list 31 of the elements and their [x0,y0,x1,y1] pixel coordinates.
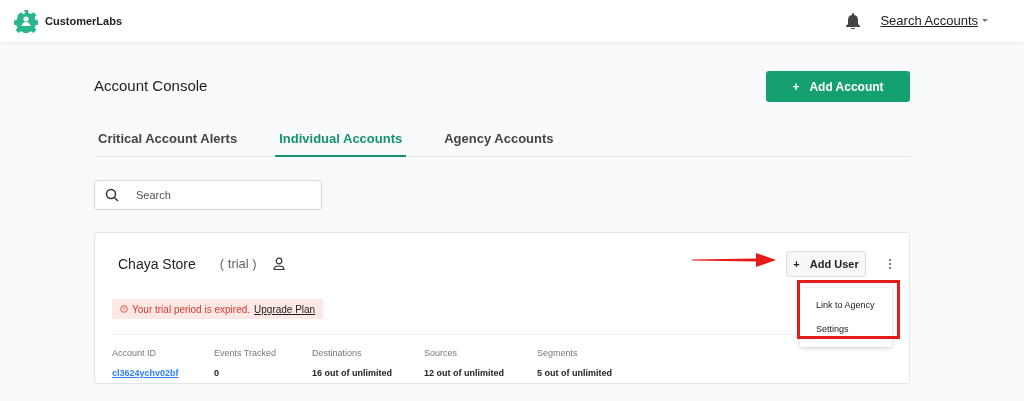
add-user-button[interactable]: + Add User [786,251,866,277]
stat-value: 16 out of unlimited [312,366,393,380]
search-icon [105,188,119,202]
menu-item[interactable]: Link to Agency [800,294,892,318]
upgrade-plan-link[interactable]: Upgrade Plan [254,301,316,317]
stat-label: Segments [537,347,579,360]
user-icon[interactable] [272,257,285,271]
bell-icon[interactable] [846,13,861,29]
stat-label: Account ID [112,347,158,360]
tab[interactable]: Agency Accounts [440,122,558,157]
menu-item[interactable]: Settings [800,317,892,341]
caret-icon [982,19,988,23]
brand-name: CustomerLabs [45,13,123,29]
more-options-icon[interactable] [888,258,892,270]
gear-logo-icon [14,9,38,33]
account-dropdown[interactable]: Search Accounts [880,11,988,31]
stat-value: 0 [214,366,220,380]
account-id-link[interactable]: cl3624ychv02bf [112,366,214,380]
warning-icon [120,305,128,313]
alert-message: Your trial period is expired. [132,302,251,317]
stat-value: 12 out of unlimited [424,366,505,380]
page-title: Account Console [94,76,208,97]
account-name: Chaya Store [118,254,196,274]
search-field[interactable]: Search [94,180,322,210]
stat-label: Sources [424,347,459,360]
tab[interactable]: Critical Account Alerts [94,122,242,157]
stat-label: Events Tracked [214,347,278,360]
plan-label: ( trial ) [219,255,257,274]
stat-value: 5 out of unlimited [537,366,613,380]
tab[interactable]: Individual Accounts [275,122,407,157]
stat-label: Destinations [312,347,363,360]
